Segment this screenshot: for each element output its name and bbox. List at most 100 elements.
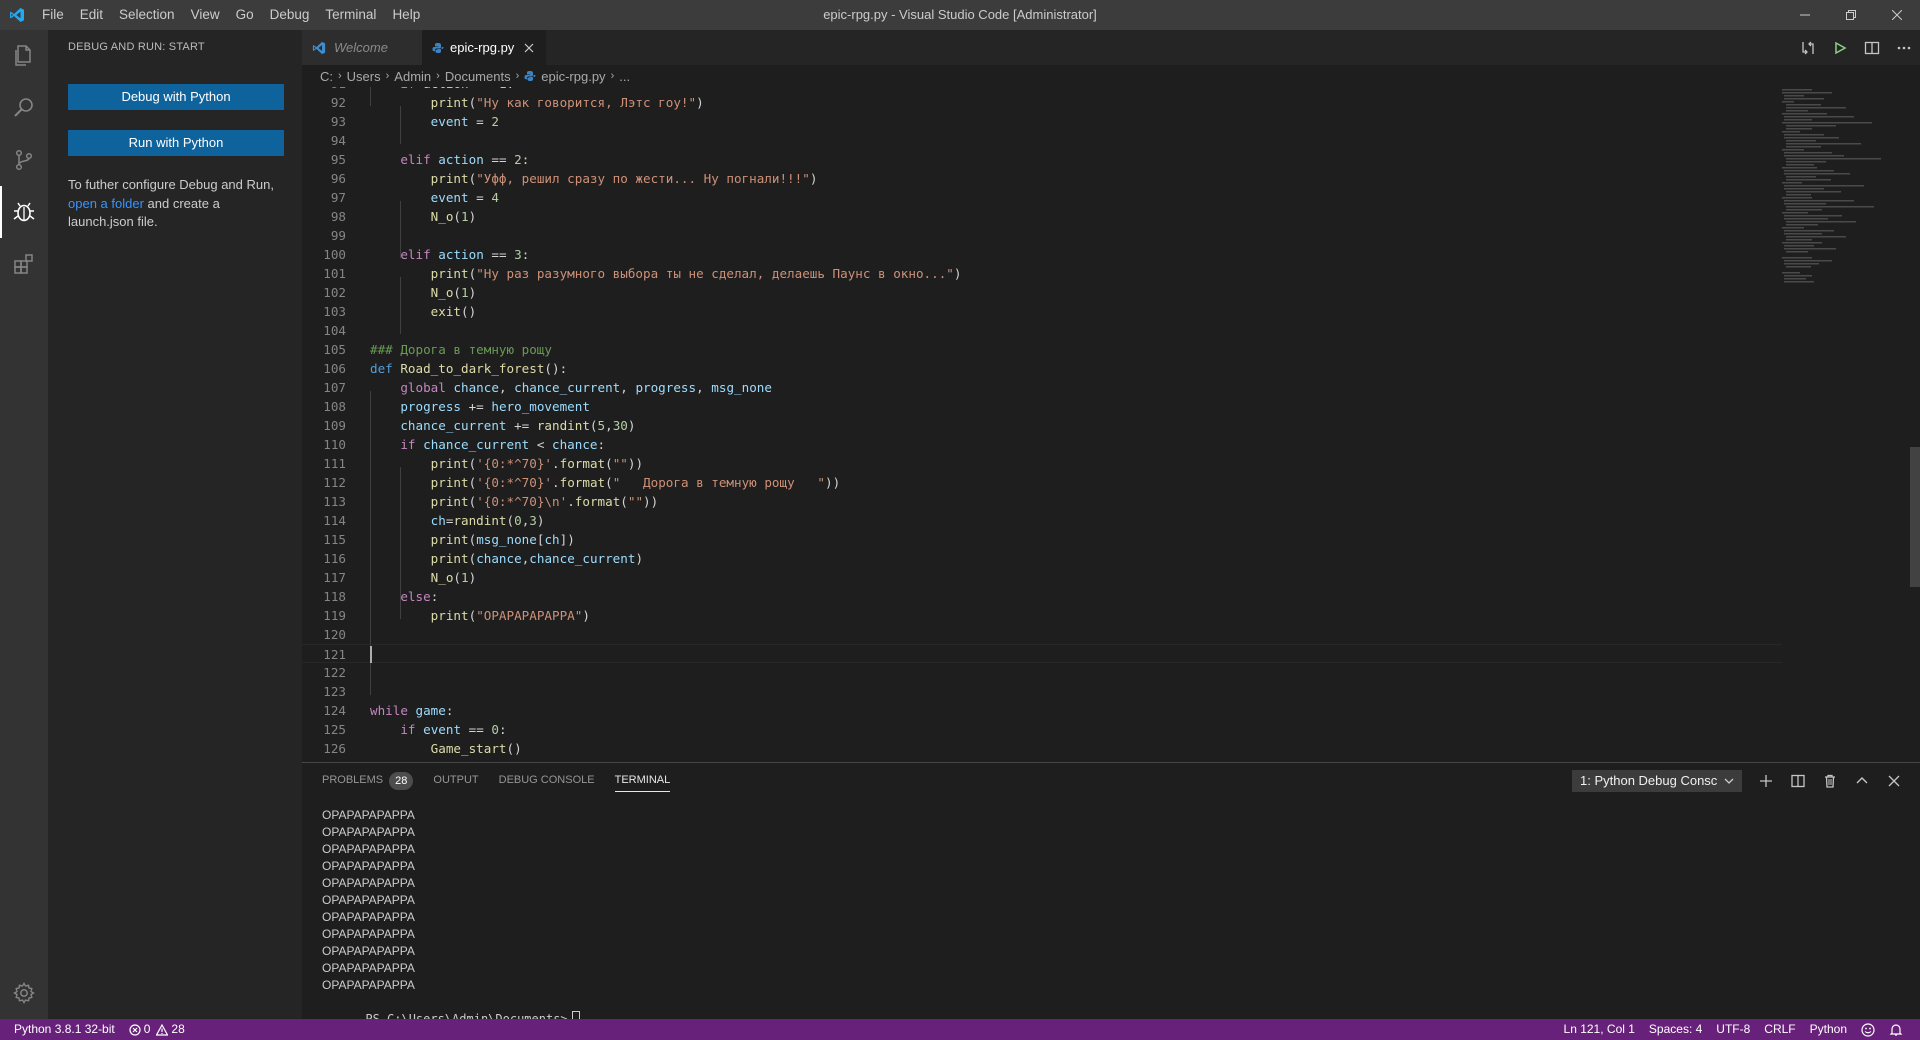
terminal-line: OPAPAPAPAPPA [322,927,415,941]
code-line[interactable]: 105 ### Дорога в темную рощу [302,340,1782,359]
menu-help[interactable]: Help [384,0,428,30]
encoding[interactable]: UTF-8 [1709,1019,1757,1040]
code-line[interactable]: 117 N_o(1) [302,568,1782,587]
menu-debug[interactable]: Debug [262,0,318,30]
explorer-button[interactable] [0,30,48,82]
code-line[interactable]: 118 else: [302,587,1782,606]
code-line[interactable]: 107 global chance, chance_current, progr… [302,378,1782,397]
menu-edit[interactable]: Edit [72,0,111,30]
code-line[interactable]: 92 print("Ну как говорится, Лэтс гоу!") [302,93,1782,112]
line-number: 97 [330,190,346,205]
code-line[interactable]: 112 print('{0:*^70}'.format(" Дорога в т… [302,473,1782,492]
chevron-right-icon: › [338,70,342,82]
code-line[interactable]: 101 print("Ну раз разумного выбора ты не… [302,264,1782,283]
code-line[interactable]: 94 [302,131,1782,150]
tab-epic-rpg[interactable]: epic-rpg.py [422,30,546,65]
tab-problems[interactable]: PROBLEMS 28 [322,763,414,798]
tab-debug-console[interactable]: DEBUG CONSOLE [499,763,595,798]
code-text: ### Дорога в темную рощу [370,342,552,357]
code-line[interactable]: 93 event = 2 [302,112,1782,131]
breadcrumb-item[interactable]: C: [320,69,333,84]
tab-terminal[interactable]: TERMINAL [614,763,670,798]
new-terminal-button[interactable] [1750,763,1782,798]
code-line[interactable]: 124 while game: [302,701,1782,720]
open-folder-link[interactable]: open a folder [68,196,144,211]
code-line[interactable]: 119 print("OPAPAPAPAPPA") [302,606,1782,625]
python-interpreter[interactable]: Python 3.8.1 32-bit [0,1019,122,1040]
run-file-button[interactable] [1824,30,1856,65]
close-panel-button[interactable] [1878,763,1910,798]
code-line[interactable]: 111 print('{0:*^70}'.format("")) [302,454,1782,473]
debug-with-python-button[interactable]: Debug with Python [68,84,284,110]
code-line[interactable]: 100 elif action == 3: [302,245,1782,264]
language-mode[interactable]: Python [1803,1019,1854,1040]
minimize-button[interactable] [1782,0,1828,30]
maximize-panel-button[interactable] [1846,763,1878,798]
code-line[interactable]: 121 [302,644,1782,663]
code-line[interactable]: 98 N_o(1) [302,207,1782,226]
code-line[interactable]: 125 if event == 0: [302,720,1782,739]
tab-output[interactable]: OUTPUT [433,763,478,798]
code-line[interactable]: 102 N_o(1) [302,283,1782,302]
kill-terminal-button[interactable] [1814,763,1846,798]
code-line[interactable]: 97 event = 4 [302,188,1782,207]
split-terminal-button[interactable] [1782,763,1814,798]
more-actions-button[interactable] [1888,30,1920,65]
code-line[interactable]: 116 print(chance,chance_current) [302,549,1782,568]
terminal-output[interactable]: OPAPAPAPAPPA OPAPAPAPAPPA OPAPAPAPAPPA OPAP… [322,807,580,1026]
code-editor[interactable]: 91 if action == 1:92 print("Ну как говор… [302,87,1920,762]
code-line[interactable]: 126 Game_start() [302,739,1782,758]
problems-status[interactable]: 0 28 [122,1019,192,1040]
menu-file[interactable]: File [34,0,72,30]
debug-button[interactable] [0,186,48,238]
code-line[interactable]: 122 [302,663,1782,682]
menu-selection[interactable]: Selection [111,0,183,30]
code-line[interactable]: 108 progress += hero_movement [302,397,1782,416]
terminal-select[interactable]: 1: Python Debug Consc [1572,770,1742,792]
manage-button[interactable] [0,967,48,1019]
extensions-button[interactable] [0,238,48,290]
code-line[interactable]: 106 def Road_to_dark_forest(): [302,359,1782,378]
close-tab-icon[interactable] [524,43,534,53]
breadcrumb-item[interactable]: Admin [394,69,431,84]
code-line[interactable]: 96 print("Уфф, решил сразу по жести... Н… [302,169,1782,188]
text-cursor [370,646,372,663]
menu-view[interactable]: View [183,0,228,30]
breadcrumb-item[interactable]: ... [619,69,630,84]
breadcrumb-item[interactable]: Documents [445,69,511,84]
run-with-python-button[interactable]: Run with Python [68,130,284,156]
line-number: 93 [330,114,346,129]
code-line[interactable]: 115 print(msg_none[ch]) [302,530,1782,549]
notifications-button[interactable] [1882,1019,1910,1040]
code-line[interactable]: 103 exit() [302,302,1782,321]
code-line[interactable]: 109 chance_current += randint(5,30) [302,416,1782,435]
menu-terminal[interactable]: Terminal [317,0,384,30]
close-window-button[interactable] [1874,0,1920,30]
minimap[interactable] [1778,87,1918,762]
code-line[interactable]: 114 ch=randint(0,3) [302,511,1782,530]
code-line[interactable]: 110 if chance_current < chance: [302,435,1782,454]
cursor-position[interactable]: Ln 121, Col 1 [1557,1019,1642,1040]
code-line[interactable]: 104 [302,321,1782,340]
feedback-button[interactable] [1854,1019,1882,1040]
code-line[interactable]: 113 print('{0:*^70}\n'.format("")) [302,492,1782,511]
breadcrumb-item[interactable]: Users [347,69,381,84]
code-text: elif action == 3: [400,247,530,262]
code-line[interactable]: 99 [302,226,1782,245]
code-line[interactable]: 95 elif action == 2: [302,150,1782,169]
restore-button[interactable] [1828,0,1874,30]
editor-scrollbar[interactable] [1910,447,1920,587]
source-control-button[interactable] [0,134,48,186]
code-line[interactable]: 120 [302,625,1782,644]
end-of-line[interactable]: CRLF [1757,1019,1802,1040]
line-number: 109 [323,418,346,433]
split-editor-button[interactable] [1856,30,1888,65]
indentation[interactable]: Spaces: 4 [1642,1019,1709,1040]
menu-go[interactable]: Go [228,0,262,30]
tab-welcome[interactable]: Welcome [302,30,422,65]
code-line[interactable]: 123 [302,682,1782,701]
open-changes-button[interactable] [1792,30,1824,65]
breadcrumb-item[interactable]: epic-rpg.py [541,69,605,84]
line-number: 106 [323,361,346,376]
search-button[interactable] [0,82,48,134]
